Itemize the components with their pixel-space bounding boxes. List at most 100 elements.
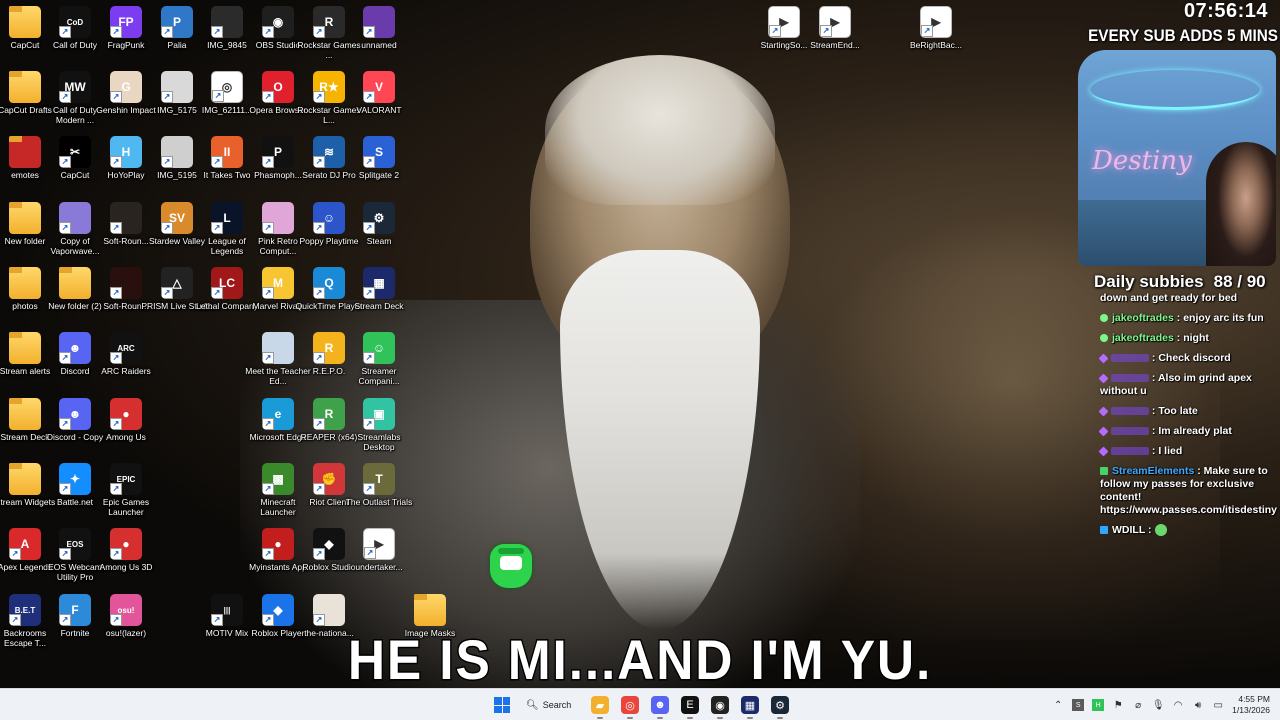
sub-badge-icon	[1098, 373, 1109, 384]
battery-icon[interactable]: ▭	[1212, 699, 1224, 711]
chat-message: : Also im grind apex without u	[1098, 372, 1280, 398]
stardew-icon: SV	[161, 202, 193, 234]
vip-badge-icon	[1100, 526, 1108, 535]
tray-app-icon[interactable]: ⚑	[1112, 699, 1124, 711]
streamer-companion-sticker-icon	[490, 544, 532, 588]
sub-badge-icon	[1098, 446, 1109, 457]
taskbar-app-button[interactable]: ☻	[648, 693, 672, 719]
desktop-icon-label: Splitgate 2	[358, 170, 400, 180]
running-indicator	[627, 717, 633, 719]
epic-games-icon: EPIC	[110, 463, 142, 495]
desktop-icon[interactable]: EPICEpic Games Launcher	[90, 463, 162, 527]
desktop-icon[interactable]: ARC ARC Raiders	[90, 332, 162, 396]
taskbar-app-button[interactable]: ⚙	[768, 693, 792, 719]
desktop-icon[interactable]: S Splitgate 2	[343, 136, 415, 200]
hoyoplay-icon: H	[110, 136, 142, 168]
taskbar-search[interactable]: 🔍︎ Search	[520, 693, 582, 717]
search-label: Search	[542, 700, 572, 710]
desktop-icon[interactable]: ● Among Us	[90, 398, 162, 462]
rockstar-launcher-icon: R★	[313, 71, 345, 103]
chat-message: jakeoftrades : night	[1100, 332, 1280, 345]
folder-icon	[9, 398, 41, 430]
taskbar-app-button[interactable]: ◎	[618, 693, 642, 719]
chat-text: : enjoy arc its fun	[1173, 312, 1264, 324]
among-us-icon: ●	[110, 398, 142, 430]
motiv-mix-icon: |||	[211, 594, 243, 626]
webcam-neon-sign: Destiny	[1092, 146, 1192, 176]
lethal-company-icon: LC	[211, 267, 243, 299]
chat-text: : night	[1173, 332, 1209, 344]
chat-username-hidden	[1111, 374, 1149, 383]
start-button[interactable]	[490, 693, 514, 717]
image-file-icon	[161, 136, 193, 168]
taskbar-app-button[interactable]: ◉	[708, 693, 732, 719]
taskbar-app-button[interactable]: E	[678, 693, 702, 719]
network-off-icon[interactable]: ⌀	[1132, 699, 1144, 711]
chat-message: : I lied	[1098, 445, 1280, 458]
volume-icon[interactable]: 🔊︎	[1192, 699, 1204, 711]
minecraft-icon: ▩	[262, 463, 294, 495]
tray-app-icon[interactable]: H	[1092, 699, 1105, 711]
desktop-icon[interactable]: ● Among Us 3D	[90, 528, 162, 592]
taskbar-time: 4:55 PM	[1238, 694, 1270, 704]
image-file-icon	[110, 267, 142, 299]
taskbar-center: 🔍︎ Search ▰ ◎ ☻ E ◉ ▦ ⚙	[490, 693, 792, 719]
desktop-icon-label: Among Us 3D	[99, 562, 153, 572]
chrome-icon: ◎	[621, 696, 639, 714]
tray-app-icon[interactable]: S	[1072, 699, 1085, 711]
chat-username: jakeoftrades	[1112, 312, 1174, 324]
desktop-icon[interactable]: ▶ undertaker...	[343, 528, 415, 592]
chat-text: :	[1145, 524, 1152, 536]
desktop-icon[interactable]: ⚙ Steam	[343, 202, 415, 266]
running-indicator	[597, 717, 603, 719]
chat-message: : Im already plat	[1098, 425, 1280, 438]
streamlabs-icon: ▣	[363, 398, 395, 430]
chat-username: jakeoftrades	[1112, 332, 1174, 344]
stream-timer: 07:56:14	[1183, 0, 1268, 22]
chrome-file-icon: ◎	[211, 71, 243, 103]
image-file-icon	[59, 202, 91, 234]
folder-icon	[9, 6, 41, 38]
desktop-icon[interactable]: ☺Streamer Compani...	[343, 332, 415, 396]
backrooms-icon: B.E.T	[9, 594, 41, 626]
desktop-icon[interactable]: the-nationa...	[293, 594, 365, 658]
running-indicator	[747, 717, 753, 719]
battlenet-icon: ✦	[59, 463, 91, 495]
image-file-icon	[262, 332, 294, 364]
taskbar-clock[interactable]: 4:55 PM 1/13/2026	[1232, 694, 1270, 716]
reaper-icon: R	[313, 398, 345, 430]
taskbar-app-button[interactable]: ▰	[588, 693, 612, 719]
chevron-up-icon[interactable]: ⌃	[1052, 699, 1064, 711]
microphone-icon[interactable]: 🎙︎	[1152, 699, 1165, 711]
emote-icon	[1155, 524, 1168, 537]
folder-icon	[9, 202, 41, 234]
chat-username-hidden	[1111, 427, 1149, 436]
taskbar-app-button[interactable]: ▦	[738, 693, 762, 719]
desktop-icon-label: StreamEnd...	[810, 40, 860, 50]
running-indicator	[777, 717, 783, 719]
desktop-icon[interactable]: ▶ BeRightBac...	[900, 6, 972, 70]
desktop-icon[interactable]: T The Outlast Trials	[343, 463, 415, 527]
image-file-icon	[161, 71, 193, 103]
desktop-icon[interactable]: ▣Streamlabs Desktop	[343, 398, 415, 462]
desktop-icon[interactable]: V VALORANT	[343, 71, 415, 135]
sub-badge-icon	[1098, 406, 1109, 417]
it-takes-two-icon: II	[211, 136, 243, 168]
chat-message: : Check discord	[1098, 352, 1280, 365]
among-us-icon: ●	[110, 528, 142, 560]
desktop-icon[interactable]: unnamed	[343, 6, 415, 70]
desktop-icon[interactable]: osu! osu!(lazer)	[90, 594, 162, 658]
desktop-icon[interactable]: Image Masks	[394, 594, 466, 658]
viewer-badge-icon	[1100, 334, 1108, 343]
desktop-icon-label: osu!(lazer)	[105, 628, 147, 638]
myinstants-icon: ●	[262, 528, 294, 560]
fortnite-icon: F	[59, 594, 91, 626]
sub-badge-icon	[1098, 353, 1109, 364]
wifi-icon[interactable]: ◠	[1172, 699, 1184, 711]
quicktime-icon: Q	[313, 267, 345, 299]
desktop-icon[interactable]: ▦ Stream Deck	[343, 267, 415, 331]
desktop-icon-label: Among Us	[106, 432, 146, 442]
call-of-duty-icon: CoD	[59, 6, 91, 38]
desktop-icon[interactable]: ▶ StreamEnd...	[799, 6, 871, 70]
daily-subbies-counter: Daily subbies 88 / 90	[1094, 272, 1266, 292]
